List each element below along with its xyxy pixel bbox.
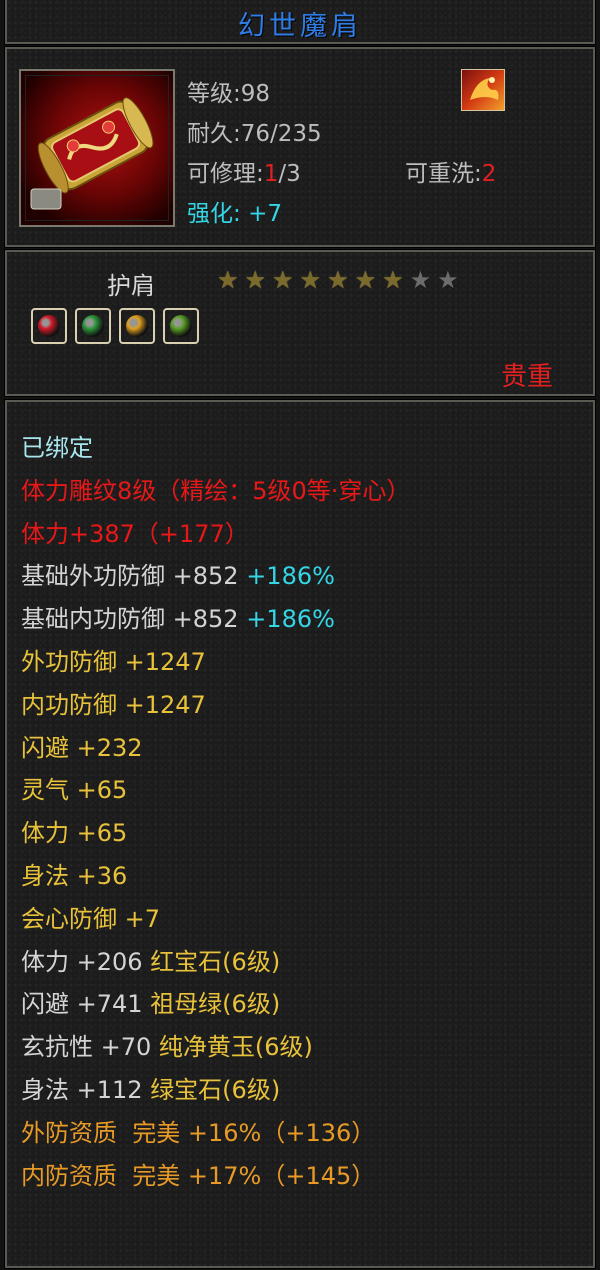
attribute-row: 体力 +65 [21, 813, 127, 848]
attribute-row: 已绑定 [21, 428, 93, 463]
star-filled-icon: ★ [244, 266, 267, 294]
repair-max: /3 [278, 161, 301, 187]
socket-4[interactable] [163, 308, 199, 344]
item-icon[interactable] [19, 69, 175, 227]
phoenix-emblem-icon[interactable] [461, 69, 505, 111]
attribute-text: 体力 +206 [21, 947, 151, 976]
star-filled-icon: ★ [272, 266, 294, 294]
attribute-row: 会心防御 +7 [21, 899, 160, 934]
attribute-text: 闪避 +232 [21, 733, 143, 762]
attribute-text: 会心防御 +7 [21, 904, 161, 933]
attribute-text: 闪避 +741 [21, 990, 151, 1019]
gem-sockets [31, 308, 199, 344]
durability-row: 耐久:76/235 [187, 114, 322, 148]
attribute-text: 体力雕纹8级（精绘：5级0等·穿心） [21, 476, 411, 505]
star-empty-icon: ★ [409, 266, 432, 294]
enhance-row: 强化: +7 [187, 194, 282, 228]
attribute-row: 身法 +36 [21, 856, 127, 891]
attribute-row: 灵气 +65 [21, 770, 127, 805]
attribute-row: 体力+387（+177） [21, 514, 249, 549]
attribute-row: 闪避 +232 [21, 728, 143, 763]
attribute-text: 内功防御 +1247 [21, 690, 206, 719]
item-name: 幻世魔肩 [238, 11, 362, 42]
socket-1[interactable] [31, 308, 67, 344]
level-value: 98 [240, 81, 271, 107]
enhance-colon: : [233, 201, 241, 227]
attribute-text: 基础内功防御 +852 [21, 605, 247, 634]
attribute-row: 外防资质 完美 +16%（+136） [21, 1113, 375, 1148]
attribute-bonus: +186% [246, 562, 335, 591]
star-filled-icon: ★ [354, 266, 377, 294]
attribute-row: 玄抗性 +70 纯净黄玉(6级) [21, 1027, 313, 1062]
item-type: 护肩 [107, 272, 155, 300]
gem-name: 纯净黄玉(6级) [158, 1033, 313, 1062]
attribute-row: 身法 +112 绿宝石(6级) [21, 1070, 280, 1105]
level-row: 等级:98 [187, 74, 270, 108]
attribute-bonus: +186% [246, 605, 335, 634]
star-filled-icon: ★ [327, 266, 349, 294]
attribute-text: 体力 +65 [21, 819, 128, 848]
durability-colon: : [233, 121, 241, 147]
attribute-text: 内防资质 完美 +17%（+145） [21, 1161, 376, 1190]
gem-name: 绿宝石(6级) [150, 1076, 281, 1104]
attribute-text: 身法 +36 [21, 862, 128, 890]
green-gem-icon [82, 315, 104, 337]
repair-colon: : [256, 161, 264, 187]
reroll-colon: : [474, 161, 482, 187]
attribute-text: 已绑定 [21, 434, 93, 462]
level-label: 等级 [187, 81, 233, 107]
attribute-text: 外防资质 完美 +16%（+136） [21, 1118, 376, 1147]
star-filled-icon: ★ [217, 266, 239, 294]
title-bar: 幻世魔肩 [4, 0, 596, 45]
gem-name: 红宝石(6级) [150, 947, 281, 976]
attribute-row: 内功防御 +1247 [21, 685, 206, 720]
level-colon: : [233, 81, 241, 107]
repair-used: 1 [263, 161, 279, 187]
reroll-value: 2 [481, 161, 497, 187]
attribute-list: 已绑定体力雕纹8级（精绘：5级0等·穿心） 体力+387（+177） 基础外功防御 … [4, 399, 596, 1269]
attribute-row: 体力雕纹8级（精绘：5级0等·穿心） [21, 471, 410, 506]
star-filled-icon: ★ [382, 266, 404, 294]
attribute-text: 体力+387（+177） [21, 519, 249, 548]
star-filled-icon: ★ [299, 266, 322, 294]
attribute-text: 灵气 +65 [21, 776, 128, 805]
attribute-row: 外功防御 +1247 [21, 642, 206, 677]
socket-3[interactable] [119, 308, 155, 344]
red-gem-icon [38, 315, 60, 337]
item-header-panel: 等级:98 耐久:76/235 可修理:1/3 可重洗:2 强化: +7 [4, 46, 596, 248]
yellow-gem-icon [126, 315, 148, 337]
socket-2[interactable] [75, 308, 111, 344]
repair-row: 可修理:1/3 [187, 154, 301, 188]
attribute-row: 基础内功防御 +852 +186% [21, 599, 335, 634]
durability-value: 76/235 [240, 121, 322, 147]
emerald-gem-icon [170, 315, 192, 337]
attribute-row: 内防资质 完美 +17%（+145） [21, 1156, 375, 1191]
star-empty-icon: ★ [437, 266, 459, 294]
durability-label: 耐久 [187, 121, 233, 147]
enhance-label: 强化 [187, 201, 233, 227]
attribute-row: 基础外功防御 +852 +186% [21, 556, 335, 591]
attribute-text: 身法 +112 [21, 1076, 151, 1104]
reroll-label: 可重洗 [405, 161, 474, 187]
repair-label: 可修理 [187, 161, 256, 187]
star-rating: ★ ★ ★ ★ ★ ★ ★ ★ ★ [217, 268, 459, 292]
reroll-row: 可重洗:2 [405, 154, 496, 188]
attribute-row: 闪避 +741 祖母绿(6级) [21, 984, 280, 1019]
enhance-value: +7 [248, 201, 282, 227]
attribute-row: 体力 +206 红宝石(6级) [21, 942, 280, 977]
shoulder-guard-icon [30, 97, 154, 210]
rarity-label: 贵重 [500, 362, 553, 392]
attribute-text: 基础外功防御 +852 [21, 562, 247, 591]
attribute-text: 外功防御 +1247 [21, 648, 206, 676]
item-type-panel: 护肩 ★ ★ ★ ★ ★ ★ ★ ★ ★ 贵重 [4, 249, 596, 397]
attribute-text: 玄抗性 +70 [21, 1033, 159, 1062]
gem-name: 祖母绿(6级) [150, 990, 281, 1019]
